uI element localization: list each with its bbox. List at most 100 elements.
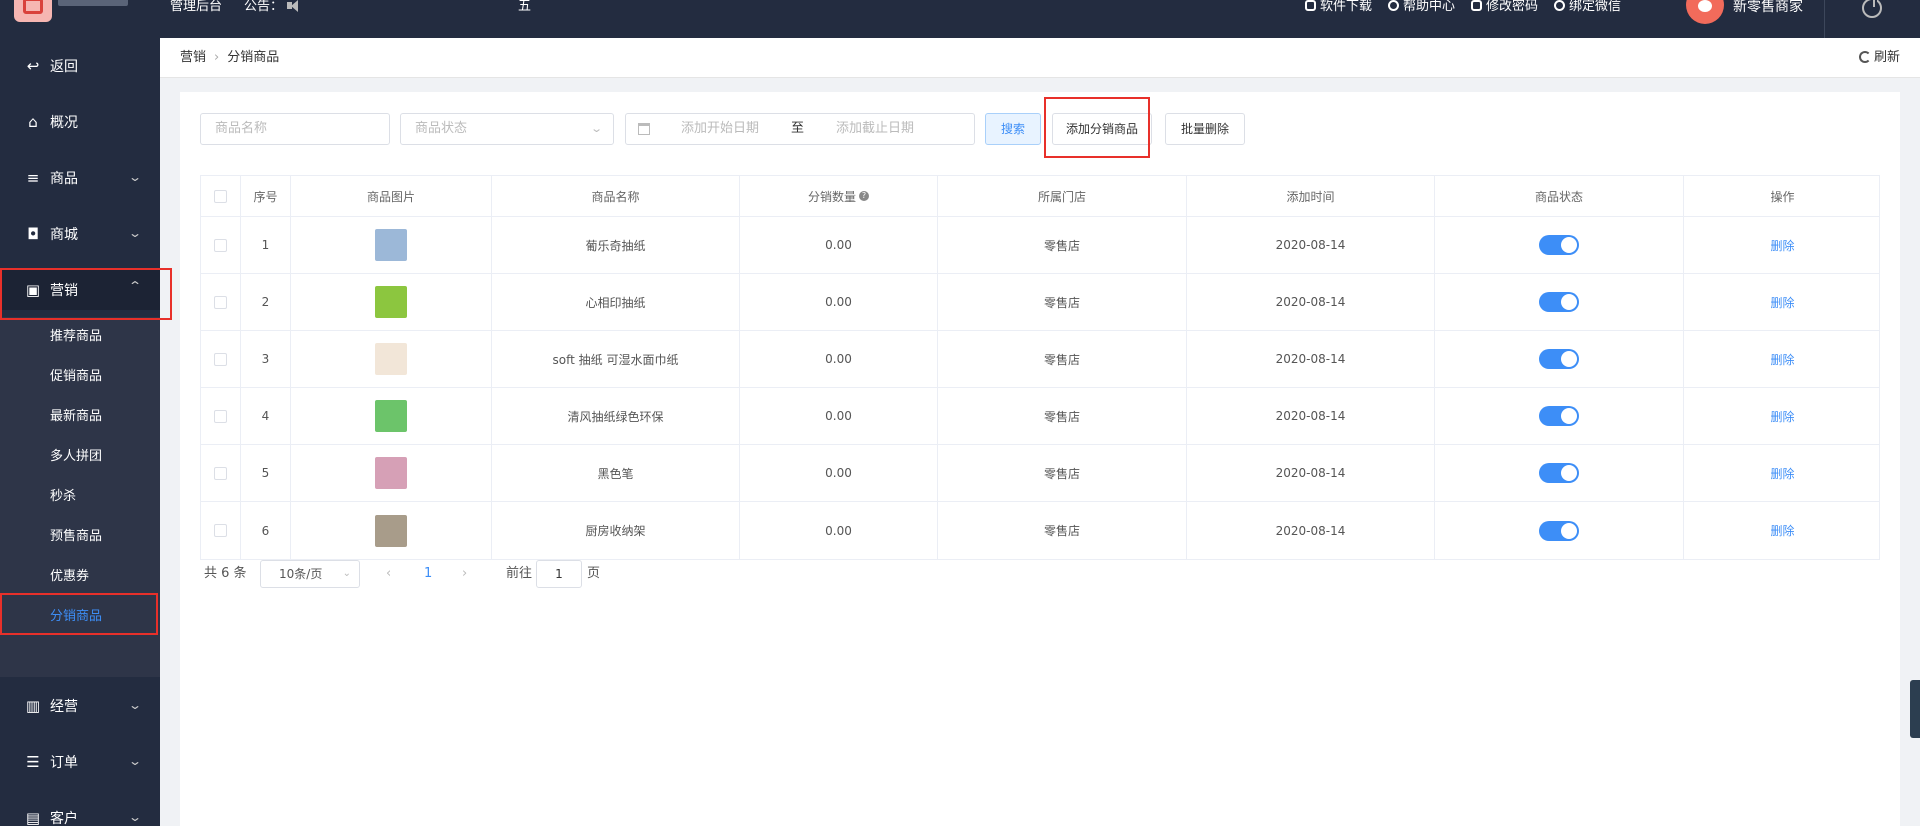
goods-thumbnail[interactable]: [375, 400, 407, 432]
header-status: 商品状态: [1435, 176, 1684, 216]
goods-thumbnail[interactable]: [375, 343, 407, 375]
row-status-cell: [1435, 502, 1684, 559]
row-action-cell: 删除: [1684, 274, 1881, 330]
row-checkbox[interactable]: [214, 295, 227, 309]
row-quantity: 0.00: [740, 388, 938, 444]
sidebar-item-label: 商品: [50, 171, 78, 187]
chevron-up-icon: ⌃: [127, 279, 143, 293]
breadcrumb-parent[interactable]: 营销: [180, 50, 206, 65]
sidebar-item-customers[interactable]: ▤ 客户 ⌄: [0, 798, 160, 826]
refresh-button[interactable]: 刷新: [1858, 38, 1900, 78]
back-arrow-icon: ↩: [26, 57, 40, 75]
row-index: 5: [241, 445, 291, 501]
submenu-item-coupon[interactable]: 优惠券: [0, 557, 160, 597]
row-added-time: 2020-08-14: [1187, 217, 1435, 273]
search-button[interactable]: 搜索: [985, 113, 1041, 145]
row-checkbox[interactable]: [214, 524, 227, 537]
status-toggle[interactable]: [1539, 349, 1579, 369]
avatar[interactable]: [1686, 0, 1724, 24]
submenu-item-presale[interactable]: 预售商品: [0, 517, 160, 557]
submenu-item-newest[interactable]: 最新商品: [0, 397, 160, 437]
submenu-item-group-buy[interactable]: 多人拼团: [0, 437, 160, 477]
sidebar-item-operation[interactable]: ▥ 经营 ⌄: [0, 686, 160, 726]
goods-thumbnail[interactable]: [375, 514, 407, 547]
row-store: 零售店: [938, 331, 1187, 387]
row-image-cell: [291, 274, 492, 330]
status-toggle[interactable]: [1539, 520, 1579, 541]
goods-thumbnail[interactable]: [375, 286, 407, 318]
thermometer-icon: [1471, 0, 1483, 11]
range-separator: 至: [791, 121, 805, 136]
delete-link[interactable]: 删除: [1770, 522, 1794, 539]
side-widget[interactable]: [1910, 680, 1920, 738]
bind-wechat-link[interactable]: 绑定微信: [1554, 0, 1621, 14]
software-download-label: 软件下载: [1320, 0, 1373, 14]
row-index: 2: [241, 274, 291, 330]
sidebar-item-orders[interactable]: ☰ 订单 ⌄: [0, 742, 160, 782]
goods-thumbnail[interactable]: [375, 457, 407, 489]
breadcrumb-bar: 营销 › 分销商品 刷新: [160, 38, 1920, 78]
goods-thumbnail[interactable]: [375, 229, 407, 261]
list-icon: ≡: [26, 169, 40, 187]
status-toggle[interactable]: [1539, 235, 1579, 255]
submenu-item-promotion[interactable]: 促销商品: [0, 357, 160, 397]
row-name: 心相印抽纸: [492, 274, 740, 330]
goods-status-select[interactable]: 商品状态 ⌄: [400, 113, 614, 145]
delete-link[interactable]: 删除: [1770, 237, 1794, 254]
end-date-placeholder: 添加截止日期: [836, 121, 915, 136]
merchant-name[interactable]: 新零售商家: [1733, 0, 1803, 14]
row-select-cell: [201, 331, 241, 387]
help-icon[interactable]: ?: [859, 191, 869, 201]
prev-page-icon[interactable]: ‹: [386, 560, 391, 588]
start-date-placeholder: 添加开始日期: [681, 121, 760, 136]
submenu-item-recommended[interactable]: 推荐商品: [0, 317, 160, 357]
goods-name-input[interactable]: 商品名称: [200, 113, 390, 145]
help-center-link[interactable]: 帮助中心: [1388, 0, 1455, 14]
delete-link[interactable]: 删除: [1770, 351, 1794, 368]
sidebar-item-mall[interactable]: ◘ 商城 ⌄: [0, 214, 160, 254]
software-download-link[interactable]: 软件下载: [1305, 0, 1372, 14]
header-name: 商品名称: [492, 176, 740, 216]
chevron-down-icon: ⌄: [127, 170, 143, 184]
row-name: 黑色笔: [492, 445, 740, 501]
submenu-item-distribution[interactable]: 分销商品: [0, 597, 160, 637]
submenu-item-flash-sale[interactable]: 秒杀: [0, 477, 160, 517]
row-action-cell: 删除: [1684, 445, 1881, 501]
date-range-picker[interactable]: 添加开始日期 至 添加截止日期: [625, 113, 975, 145]
add-distribution-goods-button[interactable]: 添加分销商品: [1052, 113, 1152, 145]
notice-marquee: 五: [518, 0, 532, 14]
row-checkbox[interactable]: [214, 409, 227, 423]
select-all-checkbox[interactable]: [214, 189, 227, 203]
sidebar-item-label: 订单: [50, 755, 78, 771]
sidebar-item-goods[interactable]: ≡ 商品 ⌄: [0, 158, 160, 198]
row-checkbox[interactable]: [214, 238, 227, 252]
page-number[interactable]: 1: [424, 560, 432, 588]
sidebar-item-back[interactable]: ↩ 返回: [0, 46, 160, 86]
logo-text: [58, 0, 128, 6]
row-select-cell: [201, 274, 241, 330]
delete-link[interactable]: 删除: [1770, 294, 1794, 311]
status-toggle[interactable]: [1539, 463, 1579, 483]
row-select-cell: [201, 445, 241, 501]
page-unit: 页: [587, 566, 601, 581]
power-icon[interactable]: [1862, 0, 1882, 18]
sidebar-item-marketing[interactable]: ▣ 营销 ⌃: [0, 270, 160, 310]
row-index: 1: [241, 217, 291, 273]
delete-link[interactable]: 删除: [1770, 465, 1794, 482]
row-image-cell: [291, 331, 492, 387]
change-password-link[interactable]: 修改密码: [1471, 0, 1538, 14]
bar-chart-icon: ▥: [25, 697, 41, 715]
header-quantity-label: 分销数量: [807, 189, 856, 204]
delete-link[interactable]: 删除: [1770, 408, 1794, 425]
sidebar-item-overview[interactable]: ⌂ 概况: [0, 102, 160, 142]
row-checkbox[interactable]: [214, 466, 227, 480]
goods-table: 序号 商品图片 商品名称 分销数量? 所属门店 添加时间 商品状态 操作 1 葡…: [200, 175, 1880, 560]
next-page-icon[interactable]: ›: [462, 560, 467, 588]
batch-delete-button[interactable]: 批量删除: [1165, 113, 1245, 145]
status-toggle[interactable]: [1539, 292, 1579, 312]
status-toggle[interactable]: [1539, 406, 1579, 426]
goto-page-input[interactable]: 1: [536, 560, 582, 588]
table-row: 1 葡乐奇抽纸 0.00 零售店 2020-08-14 删除: [201, 217, 1879, 274]
row-checkbox[interactable]: [214, 352, 227, 366]
page-size-select[interactable]: 10条/页 ⌄: [260, 560, 360, 588]
